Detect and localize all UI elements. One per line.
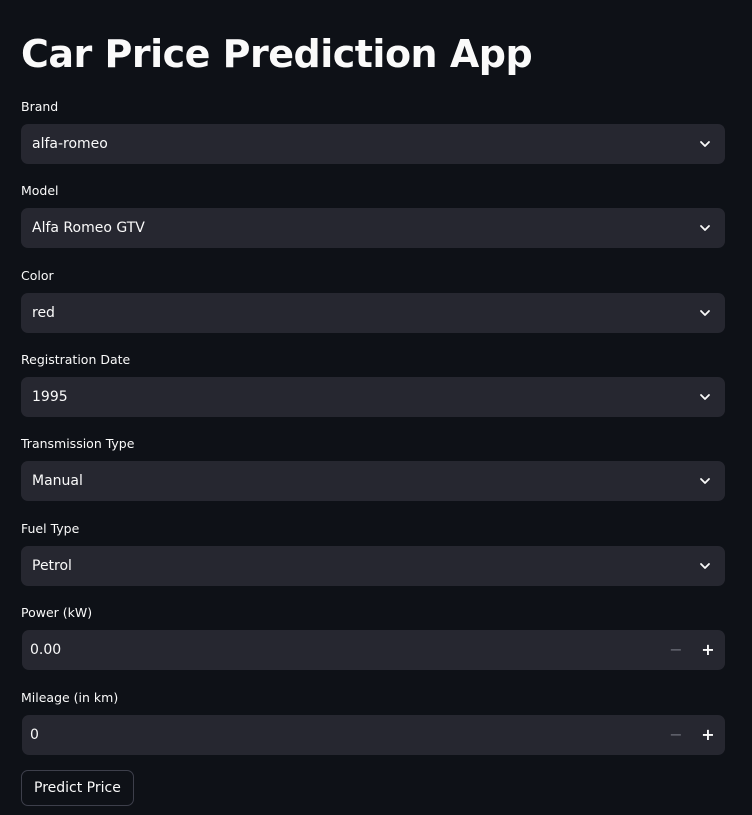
power-field: Power (kW) 0.00 − + (21, 604, 725, 670)
page-title: Car Price Prediction App (21, 32, 533, 76)
registration-date-select[interactable]: 1995 (21, 377, 725, 417)
chevron-down-icon (700, 563, 710, 569)
registration-date-field: Registration Date 1995 (21, 351, 725, 417)
power-number-input[interactable]: 0.00 − + (22, 630, 725, 670)
chevron-down-icon (700, 141, 710, 147)
plus-icon: + (701, 640, 715, 659)
mileage-number-input[interactable]: 0 − + (22, 715, 725, 755)
registration-date-label: Registration Date (21, 352, 131, 367)
fuel-type-selected-value: Petrol (32, 558, 72, 574)
transmission-type-label: Transmission Type (21, 436, 135, 451)
chevron-down-icon (700, 478, 710, 484)
color-field: Color red (21, 267, 725, 333)
transmission-type-field: Transmission Type Manual (21, 435, 725, 501)
color-label: Color (21, 268, 54, 283)
power-increment-button[interactable]: + (692, 630, 724, 670)
fuel-type-select[interactable]: Petrol (21, 546, 725, 586)
model-field: Model Alfa Romeo GTV (21, 182, 725, 248)
mileage-increment-button[interactable]: + (692, 715, 724, 755)
minus-icon: − (669, 725, 683, 744)
fuel-type-label: Fuel Type (21, 521, 80, 536)
brand-selected-value: alfa-romeo (32, 136, 108, 152)
minus-icon: − (669, 640, 683, 659)
chevron-down-icon (700, 225, 710, 231)
brand-field: Brand alfa-romeo (21, 98, 725, 164)
mileage-input-value[interactable]: 0 (30, 715, 39, 755)
power-label: Power (kW) (21, 605, 93, 620)
mileage-label: Mileage (in km) (21, 690, 119, 705)
chevron-down-icon (700, 394, 710, 400)
mileage-decrement-button[interactable]: − (660, 715, 692, 755)
brand-select[interactable]: alfa-romeo (21, 124, 725, 164)
plus-icon: + (701, 725, 715, 744)
brand-label: Brand (21, 99, 59, 114)
transmission-type-select[interactable]: Manual (21, 461, 725, 501)
power-input-value[interactable]: 0.00 (30, 630, 61, 670)
color-select[interactable]: red (21, 293, 725, 333)
model-select[interactable]: Alfa Romeo GTV (21, 208, 725, 248)
fuel-type-field: Fuel Type Petrol (21, 520, 725, 586)
power-decrement-button[interactable]: − (660, 630, 692, 670)
model-label: Model (21, 183, 59, 198)
mileage-field: Mileage (in km) 0 − + (21, 689, 725, 755)
registration-date-selected-value: 1995 (32, 389, 68, 405)
predict-price-button[interactable]: Predict Price (21, 770, 134, 806)
color-selected-value: red (32, 305, 55, 321)
model-selected-value: Alfa Romeo GTV (32, 220, 145, 236)
transmission-type-selected-value: Manual (32, 473, 83, 489)
app-page: Car Price Prediction App Brand alfa-rome… (0, 0, 752, 815)
chevron-down-icon (700, 310, 710, 316)
